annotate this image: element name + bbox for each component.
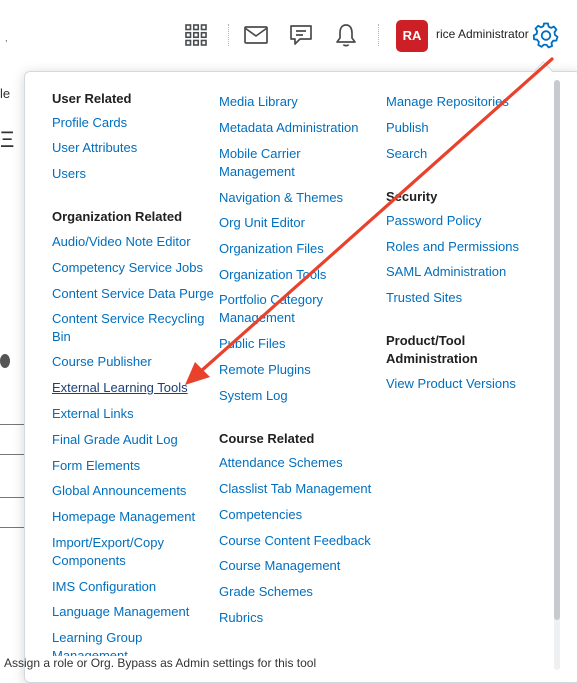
link-metadata-administration[interactable]: Metadata Administration — [219, 118, 358, 137]
link-user-attributes[interactable]: User Attributes — [52, 138, 137, 157]
page-fragment-title: Ξ — [0, 127, 15, 152]
heading-user-related: User Related — [52, 91, 132, 106]
bell-icon[interactable] — [333, 22, 359, 48]
page-fragment-icon — [0, 354, 10, 368]
link-ims-configuration[interactable]: IMS Configuration — [52, 577, 156, 596]
link-import-export-copy-components[interactable]: Import/Export/Copy — [52, 533, 164, 552]
link-saml-administration[interactable]: SAML Administration — [386, 262, 506, 281]
gear-icon[interactable] — [532, 21, 560, 49]
heading-course-related: Course Related — [219, 431, 315, 446]
link-grade-schemes[interactable]: Grade Schemes — [219, 582, 313, 601]
link-remote-plugins[interactable]: Remote Plugins — [219, 360, 311, 379]
link-import-export-copy-components-line2[interactable]: Components — [52, 551, 126, 570]
link-content-service-recycling-bin[interactable]: Content Service Recycling — [52, 309, 204, 328]
link-roles-and-permissions[interactable]: Roles and Permissions — [386, 237, 519, 256]
nav-separator — [228, 24, 229, 46]
link-rubrics[interactable]: Rubrics — [219, 608, 263, 627]
link-course-content-feedback[interactable]: Course Content Feedback — [219, 531, 371, 550]
link-organization-files[interactable]: Organization Files — [219, 239, 324, 258]
heading-security: Security — [386, 189, 438, 204]
link-external-links[interactable]: External Links — [52, 404, 134, 423]
link-audio-video-note-editor[interactable]: Audio/Video Note Editor — [52, 232, 191, 251]
link-users[interactable]: Users — [52, 164, 86, 183]
link-competency-service-jobs[interactable]: Competency Service Jobs — [52, 258, 203, 277]
link-public-files[interactable]: Public Files — [219, 334, 285, 353]
link-portfolio-category-management[interactable]: Portfolio Category — [219, 290, 323, 309]
heading-organization-related: Organization Related — [52, 209, 183, 224]
link-search[interactable]: Search — [386, 144, 427, 163]
link-manage-repositories[interactable]: Manage Repositories — [386, 92, 509, 111]
link-course-publisher[interactable]: Course Publisher — [52, 352, 152, 371]
heading-product-tool-administration: Product/Tool — [386, 333, 466, 348]
page-fragment-divider — [0, 454, 24, 455]
page-fragment-label: le — [0, 86, 11, 101]
edge-fragment: , — [5, 33, 8, 43]
page-fragment-divider — [0, 497, 24, 498]
link-final-grade-audit-log[interactable]: Final Grade Audit Log — [52, 430, 178, 449]
user-name[interactable]: rice Administrator — [436, 27, 529, 41]
page-fragment-divider — [0, 424, 24, 425]
link-attendance-schemes[interactable]: Attendance Schemes — [219, 453, 343, 472]
mail-icon[interactable] — [243, 22, 269, 48]
link-form-elements[interactable]: Form Elements — [52, 456, 140, 475]
page-fragment-divider — [0, 527, 24, 528]
link-publish[interactable]: Publish — [386, 118, 429, 137]
link-mobile-carrier-management[interactable]: Mobile Carrier — [219, 144, 301, 163]
link-mobile-carrier-management-line2[interactable]: Management — [219, 162, 295, 181]
link-homepage-management[interactable]: Homepage Management — [52, 507, 195, 526]
link-classlist-tab-management[interactable]: Classlist Tab Management — [219, 479, 371, 498]
link-system-log[interactable]: System Log — [219, 386, 288, 405]
link-content-service-recycling-bin-line2[interactable]: Bin — [52, 327, 71, 346]
link-learning-group-management[interactable]: Learning Group — [52, 628, 142, 647]
nav-separator — [378, 24, 379, 46]
link-content-service-data-purge[interactable]: Content Service Data Purge — [52, 284, 214, 303]
link-competencies[interactable]: Competencies — [219, 505, 302, 524]
link-view-product-versions[interactable]: View Product Versions — [386, 374, 516, 393]
footer-text: Assign a role or Org. Bypass as Admin se… — [4, 656, 317, 670]
link-org-unit-editor[interactable]: Org Unit Editor — [219, 213, 305, 232]
link-media-library[interactable]: Media Library — [219, 92, 298, 111]
heading-product-tool-administration-line2: Administration — [386, 351, 478, 366]
link-global-announcements[interactable]: Global Announcements — [52, 481, 186, 500]
link-course-management[interactable]: Course Management — [219, 556, 340, 575]
avatar[interactable]: RA — [396, 20, 428, 52]
link-language-management[interactable]: Language Management — [52, 602, 189, 621]
link-external-learning-tools[interactable]: External Learning Tools — [52, 378, 188, 397]
top-navbar: , RA rice Administrator — [0, 0, 577, 70]
apps-grid-icon[interactable] — [183, 22, 209, 48]
link-navigation-themes[interactable]: Navigation & Themes — [219, 188, 343, 207]
link-password-policy[interactable]: Password Policy — [386, 211, 481, 230]
link-organization-tools[interactable]: Organization Tools — [219, 265, 326, 284]
menu-scrollbar-thumb[interactable] — [554, 80, 560, 620]
chat-bubble-icon[interactable] — [288, 22, 314, 48]
link-portfolio-category-management-line2[interactable]: Management — [219, 308, 295, 327]
link-profile-cards[interactable]: Profile Cards — [52, 113, 127, 132]
link-trusted-sites[interactable]: Trusted Sites — [386, 288, 462, 307]
